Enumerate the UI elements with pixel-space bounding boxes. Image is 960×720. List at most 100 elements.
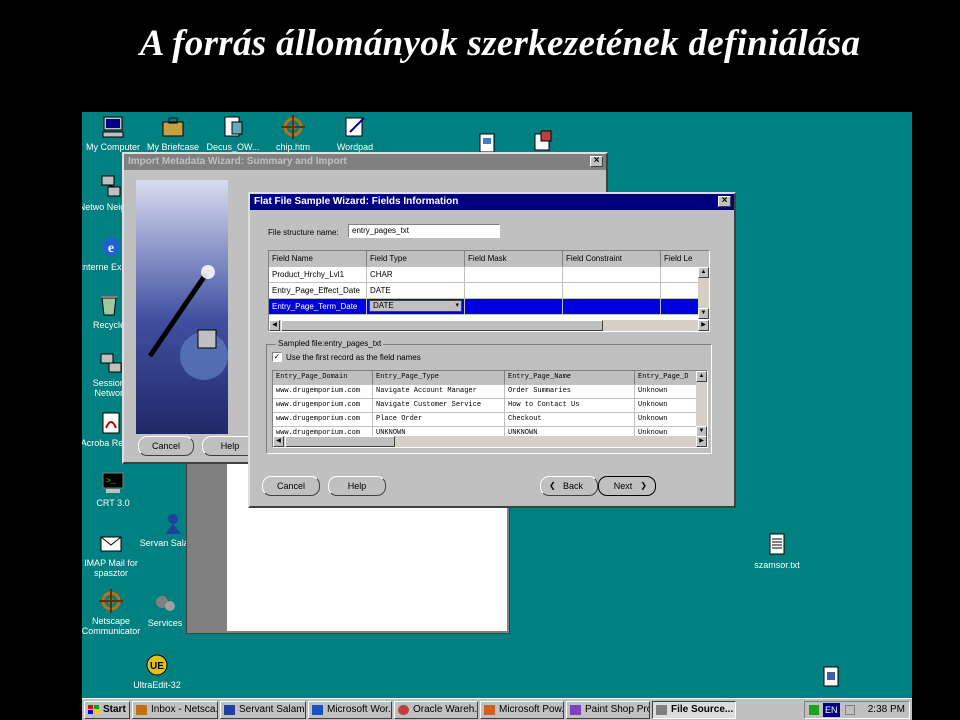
flat-file-wizard-titlebar: Flat File Sample Wizard: Fields Informat… (250, 194, 734, 210)
language-indicator[interactable]: EN (823, 703, 840, 717)
table-row[interactable]: www.drugemporium.com Navigate Customer S… (273, 399, 697, 413)
window-icon (656, 705, 667, 715)
first-record-checkbox[interactable]: ✓ (272, 352, 282, 362)
taskbar-button-label: Inbox - Netsca... (151, 704, 218, 715)
column-header[interactable]: Entry_Page_D (635, 371, 697, 385)
computer-icon (100, 114, 126, 140)
taskbar-button-label: Oracle Wareh... (413, 704, 478, 715)
close-icon[interactable]: × (718, 196, 731, 207)
taskbar: Start Inbox - Netsca... Servant Salam...… (82, 698, 912, 720)
sample-vertical-scrollbar[interactable]: ▲ ▼ (696, 371, 707, 437)
column-header[interactable]: Field Constraint (563, 251, 661, 267)
document-icon (220, 114, 246, 140)
desktop-icon-label: IMAP Mail for spasztor (84, 558, 138, 578)
sample-cell: Place Order (373, 413, 505, 427)
taskbar-button-oracle[interactable]: Oracle Wareh... (394, 701, 478, 719)
back-window-cancel-button[interactable]: Cancel (138, 436, 194, 456)
desktop-icon-crt[interactable]: >_ CRT 3.0 (82, 470, 148, 508)
field-type-dropdown[interactable]: DATE ▾ (367, 299, 465, 315)
mail-icon (98, 530, 124, 556)
desktop-icon-chip[interactable]: chip.htm (258, 114, 328, 152)
sample-cell: www.drugemporium.com (273, 413, 373, 427)
field-constraint-cell[interactable] (563, 283, 661, 299)
fields-horizontal-scrollbar[interactable]: ◀ ▶ (269, 320, 709, 331)
table-row[interactable]: www.drugemporium.com Navigate Account Ma… (273, 385, 697, 399)
field-mask-cell[interactable] (465, 267, 563, 283)
magic-wand-icon (147, 265, 228, 380)
desktop-icon-bottom-right[interactable] (796, 664, 866, 692)
import-wizard-title: Import Metadata Wizard: Summary and Impo… (128, 156, 347, 167)
field-name-cell[interactable]: Product_Hrchy_Lvl1 (269, 267, 367, 283)
scroll-left-icon[interactable]: ◀ (269, 320, 280, 331)
desktop-icon-label: Decus_OW... (206, 142, 260, 152)
table-row-selected[interactable]: Entry_Page_Term_Date DATE ▾ (269, 299, 709, 315)
desktop-icon-wordpad[interactable]: Wordpad (320, 114, 390, 152)
taskbar-button-inbox[interactable]: Inbox - Netsca... (132, 701, 218, 719)
scroll-right-icon[interactable]: ▶ (696, 436, 707, 447)
table-row[interactable]: www.drugemporium.com Place Order Checkou… (273, 413, 697, 427)
scroll-down-icon[interactable]: ▼ (698, 308, 709, 319)
column-header[interactable]: Field Type (367, 251, 465, 267)
desktop-icon-label: CRT 3.0 (96, 498, 130, 508)
start-label: Start (103, 704, 126, 715)
column-header[interactable]: Entry_Page_Type (373, 371, 505, 385)
start-button[interactable]: Start (84, 701, 130, 719)
briefcase-icon (160, 114, 186, 140)
scroll-left-icon[interactable]: ◀ (273, 436, 284, 447)
sampled-file-label: Sampled file:entry_pages_txt (276, 339, 384, 348)
close-icon[interactable]: × (590, 156, 603, 167)
sample-horizontal-scrollbar[interactable]: ◀ ▶ (273, 436, 707, 447)
speaker-icon[interactable] (845, 705, 855, 715)
tray-app-icon[interactable] (809, 705, 819, 715)
taskbar-button-powerpoint[interactable]: Microsoft Pow... (480, 701, 564, 719)
slide-title: A forrás állományok szerkezetének defini… (139, 23, 861, 64)
recycle-bin-icon (96, 292, 122, 318)
scroll-thumb[interactable] (285, 436, 395, 447)
sessions-icon (98, 350, 124, 376)
fields-vertical-scrollbar[interactable]: ▲ ▼ (698, 267, 709, 319)
system-tray: EN 2:38 PM (804, 701, 910, 719)
field-mask-cell[interactable] (465, 299, 563, 315)
sample-cell: Unknown (635, 413, 697, 427)
scroll-thumb[interactable] (281, 320, 603, 331)
table-row[interactable]: Entry_Page_Effect_Date DATE (269, 283, 709, 299)
next-button[interactable]: Next ❯ (598, 476, 656, 496)
table-row[interactable]: Product_Hrchy_Lvl1 CHAR (269, 267, 709, 283)
column-header[interactable]: Entry_Page_Domain (273, 371, 373, 385)
taskbar-button-file-source[interactable]: File Source... (652, 701, 736, 719)
structure-name-label: File structure name: (268, 228, 339, 237)
sample-cell: How to Contact Us (505, 399, 635, 413)
field-mask-cell[interactable] (465, 283, 563, 299)
field-type-cell[interactable]: CHAR (367, 267, 465, 283)
scroll-up-icon[interactable]: ▲ (696, 371, 707, 382)
field-constraint-cell[interactable] (563, 267, 661, 283)
cancel-button[interactable]: Cancel (262, 476, 320, 496)
desktop-icon-ultraedit[interactable]: UE UltraEdit-32 (122, 652, 192, 690)
desktop-icon-label: Wordpad (336, 142, 374, 152)
taskbar-button-paint-shop[interactable]: Paint Shop Pro (566, 701, 650, 719)
desktop-icon-netscape[interactable]: Netscape Communicator (82, 588, 146, 636)
column-header[interactable]: Entry_Page_Name (505, 371, 635, 385)
ship-wheel-icon (280, 114, 306, 140)
field-name-cell[interactable]: Entry_Page_Term_Date (269, 299, 367, 315)
scroll-up-icon[interactable]: ▲ (698, 267, 709, 278)
column-header[interactable]: Field Mask (465, 251, 563, 267)
clock[interactable]: 2:38 PM (868, 702, 905, 718)
scroll-right-icon[interactable]: ▶ (698, 320, 709, 331)
desktop-icon-label: szamsor.txt (754, 560, 800, 570)
field-type-cell[interactable]: DATE (367, 283, 465, 299)
field-name-cell[interactable]: Entry_Page_Effect_Date (269, 283, 367, 299)
sample-cell: Order Summaries (505, 385, 635, 399)
field-constraint-cell[interactable] (563, 299, 661, 315)
terminal-icon: >_ (100, 470, 126, 496)
help-button[interactable]: Help (328, 476, 386, 496)
desktop-icon-imap-mail[interactable]: IMAP Mail for spasztor (82, 530, 146, 578)
column-header[interactable]: Field Name (269, 251, 367, 267)
ie-icon: e (98, 234, 124, 260)
taskbar-button-word[interactable]: Microsoft Wor... (308, 701, 392, 719)
desktop-icon-szamsor[interactable]: szamsor.txt (742, 532, 812, 570)
structure-name-input[interactable]: entry_pages_txt (348, 224, 500, 238)
back-button[interactable]: ❮ Back (540, 476, 598, 496)
column-header[interactable]: Field Le (661, 251, 709, 267)
taskbar-button-servant[interactable]: Servant Salam... (220, 701, 306, 719)
